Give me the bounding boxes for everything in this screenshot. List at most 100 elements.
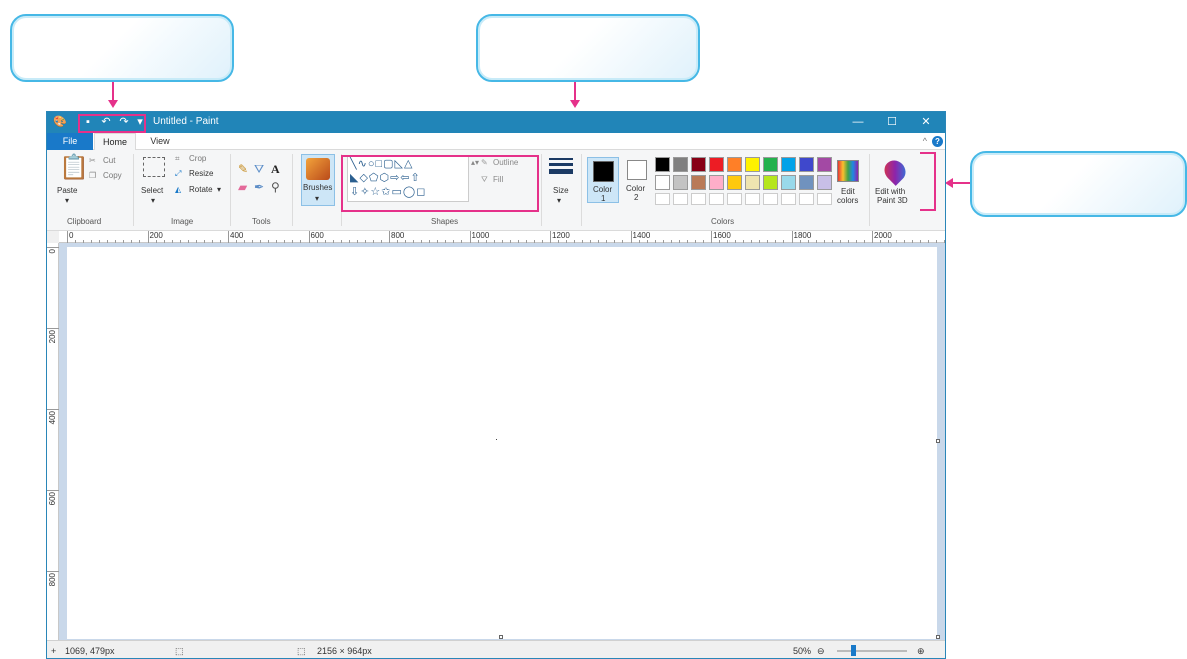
crop-button[interactable]: Crop <box>189 154 206 163</box>
resize-handle-bottom[interactable] <box>499 635 503 639</box>
paste-dropdown-icon[interactable]: ▾ <box>65 196 69 205</box>
edit-colors-button-line1[interactable]: Edit <box>841 187 855 196</box>
palette-swatch[interactable] <box>763 175 778 190</box>
resize-handle-right[interactable] <box>936 439 940 443</box>
paste-button[interactable]: Paste <box>57 186 77 195</box>
tab-home[interactable]: Home <box>94 133 136 151</box>
undo-icon[interactable]: ↶ <box>99 115 113 129</box>
maximize-button[interactable]: ☐ <box>879 114 905 131</box>
palette-swatch[interactable] <box>691 157 706 172</box>
minimize-button[interactable]: — <box>845 114 871 131</box>
paste-icon[interactable]: 📋 <box>59 156 89 180</box>
ribbon: 📋 Paste ▾ ✂ Cut ❐ Copy Clipboard Select … <box>47 150 945 231</box>
group-colors-label: Colors <box>711 217 735 226</box>
fill-button[interactable]: Fill <box>493 175 503 184</box>
palette-swatch[interactable] <box>691 175 706 190</box>
palette-swatch[interactable] <box>655 175 670 190</box>
palette-swatch[interactable] <box>781 157 796 172</box>
palette-swatch[interactable] <box>763 157 778 172</box>
palette-swatch-custom[interactable] <box>727 193 742 205</box>
magnifier-icon[interactable]: ⚲ <box>271 181 280 193</box>
palette-swatch[interactable] <box>673 175 688 190</box>
tab-file[interactable]: File <box>47 133 93 150</box>
palette-swatch-custom[interactable] <box>709 193 724 205</box>
outline-button[interactable]: Outline <box>493 158 518 167</box>
select-dropdown-icon[interactable]: ▾ <box>151 196 155 205</box>
palette-swatch[interactable] <box>781 175 796 190</box>
shapes-row-1: ╲∿○□▢◺△ <box>350 158 414 170</box>
paint-app-icon[interactable]: 🎨 <box>53 115 67 129</box>
collapse-ribbon-icon[interactable]: ^ <box>923 136 927 146</box>
zoom-slider-thumb[interactable] <box>851 645 856 656</box>
edit-with-paint3d-line1[interactable]: Edit with <box>875 187 905 196</box>
help-icon[interactable]: ? <box>932 136 943 147</box>
palette-swatch-custom[interactable] <box>781 193 796 205</box>
size-button[interactable]: Size <box>553 186 569 195</box>
palette-swatch[interactable] <box>817 175 832 190</box>
palette-swatch[interactable] <box>817 157 832 172</box>
shapes-row-3: ⇩✧☆✩▭◯◻ <box>350 186 427 198</box>
canvas-size: 2156 × 964px <box>317 646 372 656</box>
save-icon[interactable]: ▪ <box>81 115 95 129</box>
edit-colors-button-line2[interactable]: colors <box>837 196 858 205</box>
pencil-icon[interactable]: ✎ <box>238 163 248 175</box>
palette-swatch[interactable] <box>727 157 742 172</box>
resize-icon: ⤢ <box>175 169 182 178</box>
palette-swatch-custom[interactable] <box>691 193 706 205</box>
resize-handle-corner[interactable] <box>936 635 940 639</box>
palette-swatch[interactable] <box>727 175 742 190</box>
palette-swatch[interactable] <box>673 157 688 172</box>
palette-swatch-custom[interactable] <box>817 193 832 205</box>
shapes-scroll-icon[interactable]: ▴▾ <box>471 158 479 167</box>
zoom-slider-track[interactable] <box>837 650 907 652</box>
group-tools-label: Tools <box>252 217 271 226</box>
palette-swatch[interactable] <box>709 157 724 172</box>
brushes-label: Brushes <box>303 183 333 192</box>
copy-button[interactable]: Copy <box>103 171 122 180</box>
separator <box>341 154 342 226</box>
palette-swatch[interactable] <box>799 157 814 172</box>
eraser-icon[interactable]: ▰ <box>238 181 247 193</box>
palette-swatch-custom[interactable] <box>745 193 760 205</box>
text-tool-icon[interactable]: A <box>271 163 280 175</box>
canvas-size-icon: ⬚ <box>297 646 306 656</box>
palette-swatch[interactable] <box>799 175 814 190</box>
edit-colors-icon[interactable] <box>837 160 859 182</box>
callout-title-bar <box>476 14 700 82</box>
palette-swatch-custom[interactable] <box>673 193 688 205</box>
select-button[interactable]: Select <box>141 186 163 195</box>
color1-button[interactable]: Color 1 <box>587 157 619 203</box>
customize-quick-access-icon[interactable]: ▾ <box>133 115 147 129</box>
palette-swatch[interactable] <box>655 157 670 172</box>
close-button[interactable]: ✕ <box>913 114 939 131</box>
drawing-canvas[interactable] <box>67 247 937 639</box>
ruler-label: 800 <box>48 573 57 587</box>
shapes-gallery[interactable]: ╲∿○□▢◺△ ◣◇⬠⬡⇨⇦⇧ ⇩✧☆✩▭◯◻ <box>347 156 469 202</box>
palette-swatch[interactable] <box>745 157 760 172</box>
palette-swatch[interactable] <box>709 175 724 190</box>
paint3d-icon[interactable] <box>880 156 910 186</box>
color2-button[interactable]: Color 2 <box>621 157 653 203</box>
tab-view[interactable]: View <box>139 133 181 150</box>
rotate-dropdown-icon[interactable]: ▾ <box>217 185 221 194</box>
palette-swatch-custom[interactable] <box>763 193 778 205</box>
resize-button[interactable]: Resize <box>189 169 213 178</box>
palette-swatch-custom[interactable] <box>799 193 814 205</box>
separator <box>581 154 582 226</box>
zoom-in-icon[interactable]: ⊕ <box>917 646 925 657</box>
color-picker-icon[interactable]: ✒ <box>254 181 264 193</box>
palette-swatch[interactable] <box>745 175 760 190</box>
brushes-button[interactable]: Brushes ▾ <box>301 154 335 206</box>
brushes-dropdown-icon: ▾ <box>315 194 320 203</box>
select-icon[interactable] <box>143 157 165 177</box>
zoom-out-icon[interactable]: ⊖ <box>817 646 825 657</box>
edit-with-paint3d-line2[interactable]: Paint 3D <box>877 196 908 205</box>
size-dropdown-icon[interactable]: ▾ <box>557 196 561 205</box>
ruler-label: 1800 <box>793 231 812 240</box>
redo-icon[interactable]: ↷ <box>117 115 131 129</box>
rotate-button[interactable]: Rotate <box>189 185 213 194</box>
size-icon[interactable] <box>549 158 573 176</box>
cut-button[interactable]: Cut <box>103 156 115 165</box>
palette-swatch-custom[interactable] <box>655 193 670 205</box>
fill-bucket-icon[interactable]: ⛛ <box>254 163 264 175</box>
